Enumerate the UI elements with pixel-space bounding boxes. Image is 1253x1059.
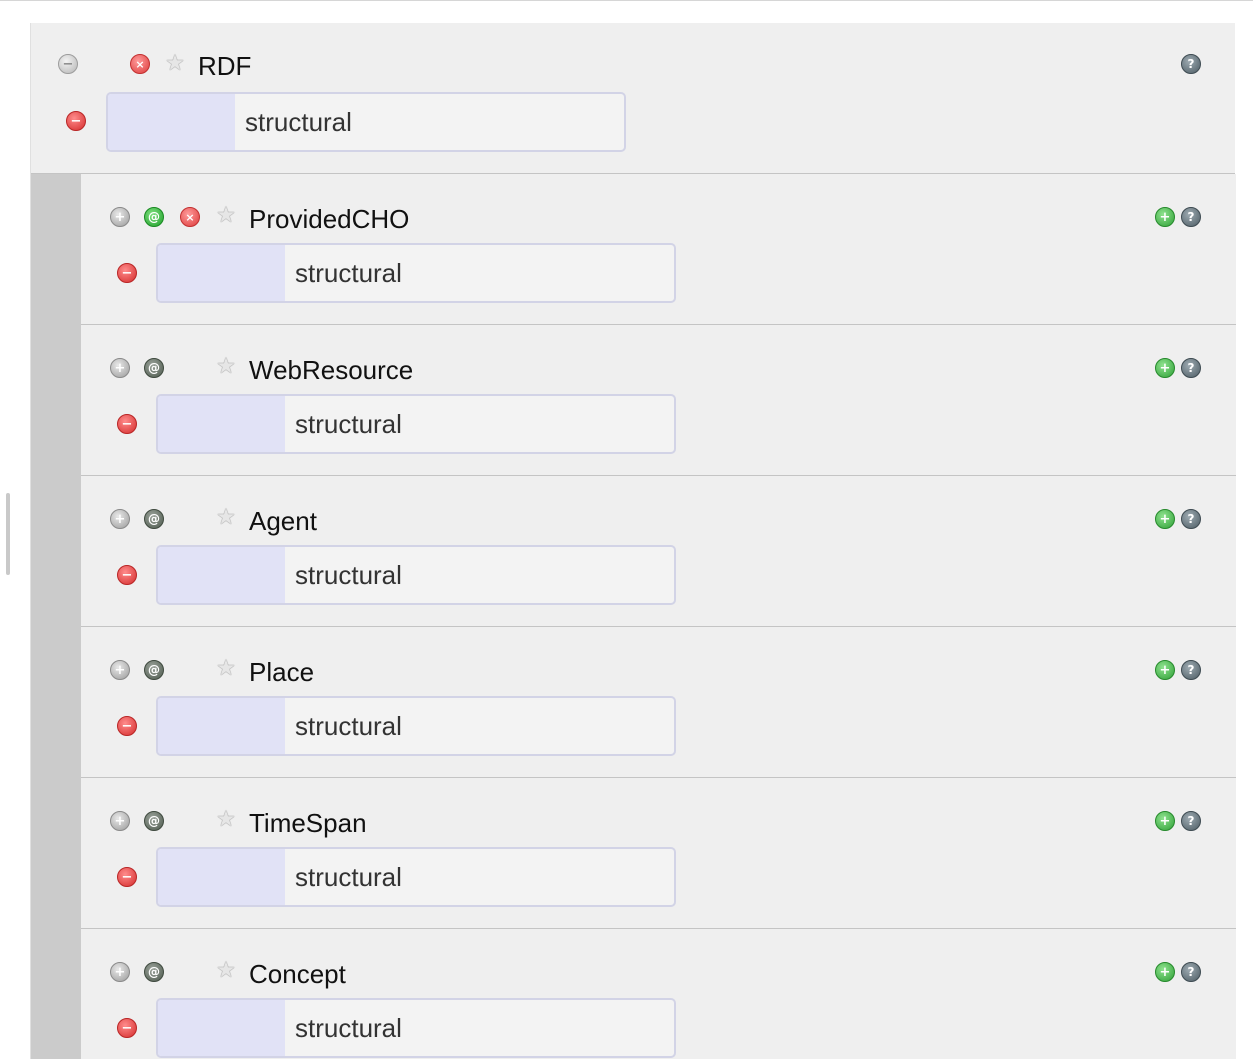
value-prefix	[158, 698, 285, 754]
add-child-icon[interactable]: +	[1155, 660, 1175, 680]
value-field[interactable]: structural	[156, 998, 676, 1058]
expand-icon[interactable]: +	[110, 207, 130, 227]
value-prefix	[158, 547, 285, 603]
attribute-icon[interactable]: @	[144, 509, 164, 529]
star-icon[interactable]: ★	[214, 808, 238, 832]
star-icon[interactable]: ★	[214, 657, 238, 681]
value-field[interactable]: structural	[156, 243, 676, 303]
expand-icon[interactable]: +	[110, 509, 130, 529]
expand-icon[interactable]: +	[110, 962, 130, 982]
value-text: structural	[295, 711, 402, 741]
remove-value-icon[interactable]: −	[117, 1018, 137, 1038]
help-icon[interactable]: ?	[1181, 509, 1201, 529]
star-icon[interactable]: ★	[163, 52, 187, 76]
add-child-icon[interactable]: +	[1155, 962, 1175, 982]
attribute-icon[interactable]: @	[144, 358, 164, 378]
add-child-icon[interactable]: +	[1155, 358, 1175, 378]
value-field[interactable]: structural	[106, 92, 626, 152]
remove-value-icon[interactable]: −	[117, 716, 137, 736]
help-icon[interactable]: ?	[1181, 54, 1201, 74]
value-text: structural	[295, 862, 402, 892]
element-name: ProvidedCHO	[249, 204, 410, 234]
help-icon[interactable]: ?	[1181, 962, 1201, 982]
remove-value-icon[interactable]: −	[66, 111, 86, 131]
child-element-webresource: + @ × ★ WebResource + ? − structural	[81, 325, 1236, 476]
value-field[interactable]: structural	[156, 394, 676, 454]
value-prefix	[158, 396, 285, 452]
remove-value-icon[interactable]: −	[117, 414, 137, 434]
expand-icon[interactable]: +	[110, 660, 130, 680]
child-element-place: + @ × ★ Place + ? − structural	[81, 627, 1236, 778]
child-element-timespan: + @ × ★ TimeSpan + ? − structural	[81, 778, 1236, 929]
attribute-icon[interactable]: @	[144, 660, 164, 680]
resize-handle[interactable]	[6, 493, 10, 575]
value-prefix	[158, 245, 285, 301]
remove-value-icon[interactable]: −	[117, 867, 137, 887]
child-element-concept: + @ × ★ Concept + ? − structural	[81, 929, 1236, 1059]
help-icon[interactable]: ?	[1181, 207, 1201, 227]
value-prefix	[158, 1000, 285, 1056]
value-text: structural	[295, 258, 402, 288]
add-child-icon[interactable]: +	[1155, 509, 1175, 529]
expand-icon[interactable]: +	[110, 811, 130, 831]
value-text: structural	[295, 1013, 402, 1043]
child-element-providedcho: + @ × ★ ProvidedCHO + ? − structural	[81, 174, 1236, 325]
child-element-agent: + @ × ★ Agent + ? − structural	[81, 476, 1236, 627]
value-field[interactable]: structural	[156, 696, 676, 756]
add-child-icon[interactable]: +	[1155, 207, 1175, 227]
star-icon[interactable]: ★	[214, 959, 238, 983]
expand-icon[interactable]: +	[110, 358, 130, 378]
remove-value-icon[interactable]: −	[117, 565, 137, 585]
value-text: structural	[245, 107, 352, 137]
star-icon[interactable]: ★	[214, 506, 238, 530]
value-field[interactable]: structural	[156, 847, 676, 907]
attribute-icon[interactable]: @	[144, 962, 164, 982]
help-icon[interactable]: ?	[1181, 358, 1201, 378]
add-child-icon[interactable]: +	[1155, 811, 1175, 831]
element-name: WebResource	[249, 355, 414, 385]
collapse-icon[interactable]: −	[58, 54, 78, 74]
star-icon[interactable]: ★	[214, 355, 238, 379]
remove-value-icon[interactable]: −	[117, 263, 137, 283]
remove-element-icon[interactable]: ×	[180, 207, 200, 227]
element-name: Agent	[249, 506, 317, 536]
element-name: Concept	[249, 959, 346, 989]
help-icon[interactable]: ?	[1181, 660, 1201, 680]
child-elements: + @ × ★ ProvidedCHO + ? − structural + @…	[31, 174, 1236, 1059]
star-icon[interactable]: ★	[214, 204, 238, 228]
value-text: structural	[295, 560, 402, 590]
value-text: structural	[295, 409, 402, 439]
element-rdf: − × ★ RDF ? − structural + @ × ★ Provide…	[30, 23, 1236, 1059]
element-name: TimeSpan	[249, 808, 367, 838]
value-prefix	[108, 94, 235, 150]
value-field[interactable]: structural	[156, 545, 676, 605]
element-name: RDF	[198, 51, 252, 81]
value-prefix	[158, 849, 285, 905]
element-rdf-header: − × ★ RDF ? − structural	[31, 23, 1235, 174]
attribute-icon[interactable]: @	[144, 811, 164, 831]
remove-element-icon[interactable]: ×	[130, 54, 150, 74]
element-name: Place	[249, 657, 315, 687]
help-icon[interactable]: ?	[1181, 811, 1201, 831]
attribute-icon[interactable]: @	[144, 207, 164, 227]
editor-viewport: − × ★ RDF ? − structural + @ × ★ Provide…	[0, 0, 1253, 1059]
